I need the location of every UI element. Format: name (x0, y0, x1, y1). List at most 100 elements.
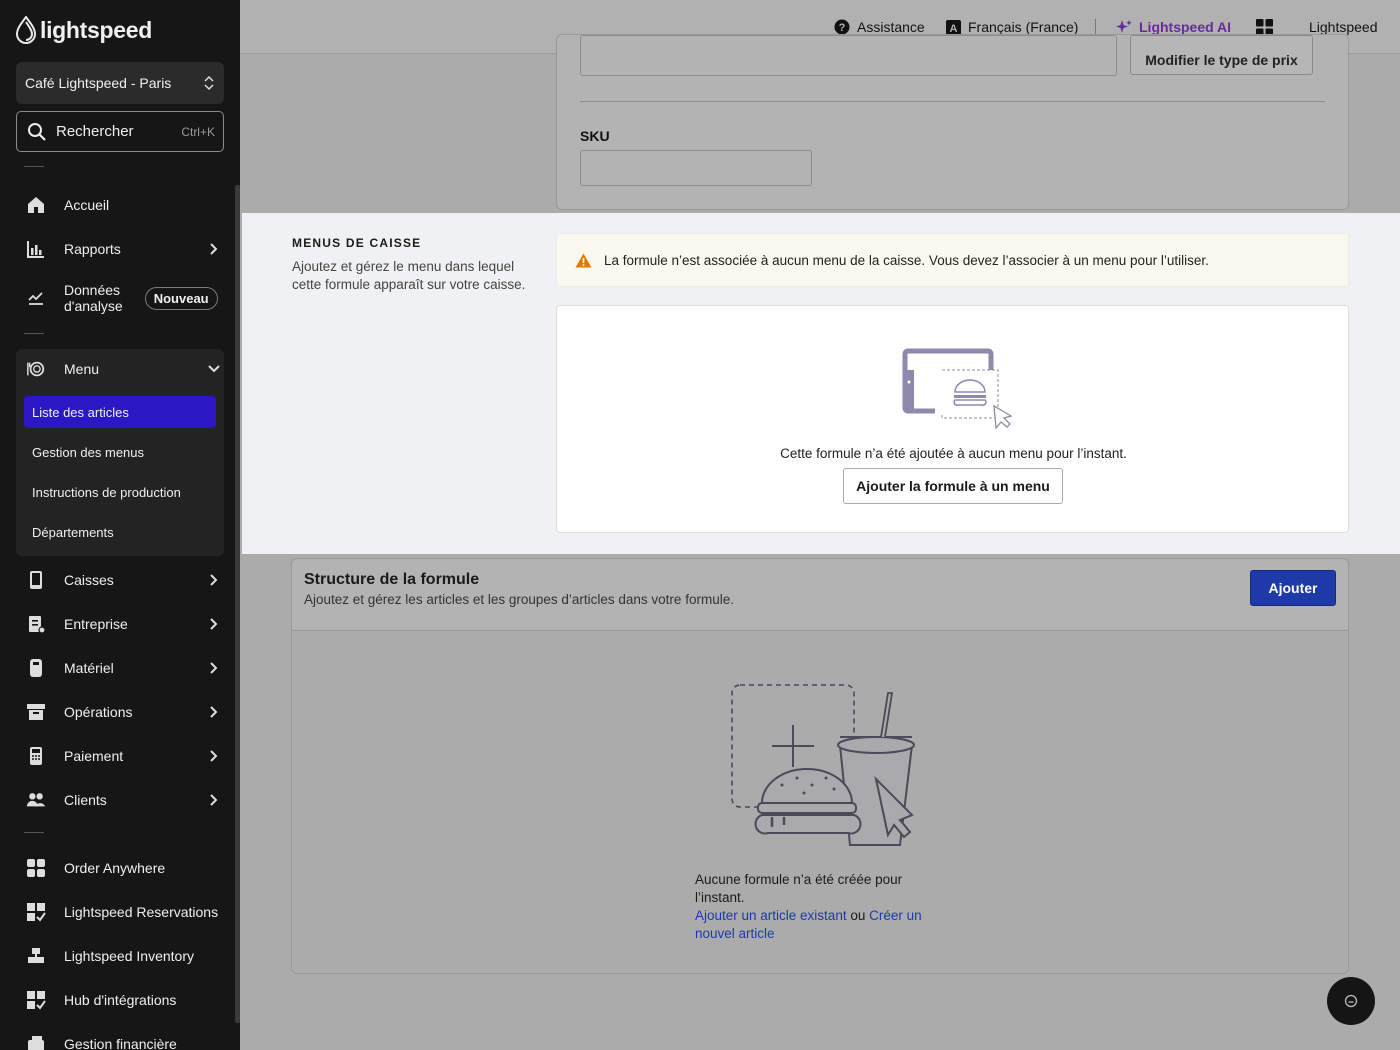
add-button[interactable]: Ajouter (1250, 570, 1336, 606)
add-existing-item-link[interactable]: Ajouter un article existant (695, 908, 847, 923)
sidebar: lightspeed Café Lightspeed - Paris Reche… (0, 0, 240, 1050)
chevron-down-icon (204, 365, 224, 373)
search-shortcut: Ctrl+K (181, 124, 215, 139)
help-icon: ? (834, 19, 850, 35)
divider (580, 101, 1325, 102)
menu-icon (26, 359, 46, 379)
nav-label: Lightspeed Inventory (64, 948, 194, 964)
nav-item-reservations[interactable]: Lightspeed Reservations (16, 892, 224, 932)
search-placeholder: Rechercher (56, 123, 134, 140)
sub-item-menus-management[interactable]: Gestion des menus (24, 436, 216, 468)
price-sku-card: Modifier le type de prix SKU (556, 34, 1349, 210)
main-content: Modifier le type de prix SKU MENUS DE CA… (240, 34, 1400, 1050)
warning-icon (575, 253, 592, 267)
nav-item-order-anywhere[interactable]: Order Anywhere (16, 848, 224, 888)
nav-item-reports[interactable]: Rapports (16, 229, 224, 269)
nav-item-analytics[interactable]: Données d'analyse Nouveau (16, 277, 240, 319)
nav-item-customers[interactable]: Clients (16, 780, 224, 820)
search-input[interactable]: Rechercher Ctrl+K (16, 111, 224, 152)
nav-label: Matériel (64, 660, 114, 676)
logo-text: lightspeed (40, 16, 153, 43)
warning-text: La formule n’est associée à aucun menu d… (604, 252, 1209, 268)
nav-item-finance[interactable]: Gestion financière (16, 1024, 224, 1050)
add-to-menu-button[interactable]: Ajouter la formule à un menu (843, 468, 1063, 504)
nav-label: Clients (64, 792, 107, 808)
pos-menus-section: MENUS DE CAISSE Ajoutez et gérez le menu… (242, 213, 1400, 554)
ai-label: Lightspeed AI (1139, 19, 1232, 35)
nav-item-integrations[interactable]: Hub d'intégrations (16, 980, 224, 1020)
sub-item-production[interactable]: Instructions de production (24, 476, 216, 508)
new-badge: Nouveau (144, 286, 218, 310)
chevron-right-icon (204, 574, 224, 586)
tablet-menu-illustration (902, 348, 1013, 430)
chevron-right-icon (204, 662, 224, 674)
tablet-icon (26, 570, 46, 590)
menus-empty-card: Cette formule n’a été ajoutée à aucun me… (556, 305, 1349, 533)
chevron-right-icon (204, 794, 224, 806)
structure-title: Structure de la formule (304, 571, 480, 588)
structure-empty-text: Aucune formule n’a été créée pour l’inst… (695, 871, 935, 943)
chevron-right-icon (204, 243, 224, 255)
payment-terminal-icon (26, 746, 46, 766)
sku-label: SKU (580, 128, 610, 144)
bar-chart-icon (26, 239, 46, 259)
section-description: Ajoutez et gérez le menu dans lequel cet… (292, 259, 526, 292)
sparkle-icon (1116, 20, 1132, 33)
nav-label: Données d'analyse (64, 282, 123, 314)
nav-item-home[interactable]: Accueil (16, 185, 224, 225)
nav-item-menu[interactable]: Menu (16, 349, 224, 389)
flame-icon (16, 16, 36, 44)
nav-item-business[interactable]: Entreprise (16, 604, 224, 644)
nav-label: Paiement (64, 748, 124, 764)
nav-item-payment[interactable]: Paiement (16, 736, 224, 776)
home-icon (26, 195, 46, 215)
nav-label: Lightspeed Reservations (64, 904, 219, 920)
nav-item-registers[interactable]: Caisses (16, 560, 224, 600)
nav-label-line1: Données (64, 282, 121, 298)
svg-text:A: A (950, 23, 958, 35)
archive-icon (26, 702, 46, 722)
order-anywhere-icon (26, 858, 46, 878)
nav-label-line2: d'analyse (64, 298, 123, 314)
nav-label: Caisses (64, 572, 114, 588)
finance-icon (26, 1034, 46, 1050)
structure-card: Structure de la formule Ajoutez et gérez… (291, 558, 1349, 974)
structure-header: Structure de la formule Ajoutez et gérez… (292, 559, 1348, 631)
empty-message: Aucune formule n’a été créée pour l’inst… (695, 872, 903, 905)
sub-item-items-list[interactable]: Liste des articles (24, 396, 216, 428)
chat-button[interactable] (1327, 977, 1375, 1025)
sku-input[interactable] (580, 150, 812, 186)
topbar-separator (1095, 19, 1096, 35)
store-selector[interactable]: Café Lightspeed - Paris (16, 62, 224, 104)
hardware-icon (26, 658, 46, 678)
divider (24, 832, 44, 833)
menus-empty-text: Cette formule n’a été ajoutée à aucun me… (780, 446, 1127, 461)
apps-grid-icon (1256, 18, 1273, 36)
sort-arrows-icon (204, 75, 214, 91)
nav-label: Hub d'intégrations (64, 992, 177, 1008)
search-icon (28, 122, 46, 141)
language-icon: A (946, 19, 961, 35)
analytics-icon (26, 288, 46, 308)
chevron-right-icon (204, 750, 224, 762)
nav-item-hardware[interactable]: Matériel (16, 648, 224, 688)
language-label: Français (France) (968, 19, 1079, 35)
business-icon (26, 614, 46, 634)
nav-label: Menu (64, 361, 100, 377)
lightspeed-logo[interactable]: lightspeed (16, 16, 152, 44)
price-field[interactable] (580, 35, 1117, 76)
structure-description: Ajoutez et gérez les articles et les gro… (304, 592, 734, 607)
nav-item-operations[interactable]: Opérations (16, 692, 224, 732)
change-price-type-button[interactable]: Modifier le type de prix (1130, 35, 1313, 75)
or-text: ou (850, 908, 866, 923)
divider (24, 166, 44, 167)
divider (24, 333, 44, 334)
inventory-icon (26, 946, 46, 966)
store-name: Café Lightspeed - Paris (25, 75, 172, 91)
sub-item-departments[interactable]: Départements (24, 516, 216, 548)
menu-submenu: Menu Liste des articles Gestion des menu… (16, 349, 224, 556)
chevron-right-icon (204, 618, 224, 630)
nav-item-inventory[interactable]: Lightspeed Inventory (16, 936, 224, 976)
nav-label: Accueil (64, 197, 110, 213)
chevron-right-icon (204, 706, 224, 718)
